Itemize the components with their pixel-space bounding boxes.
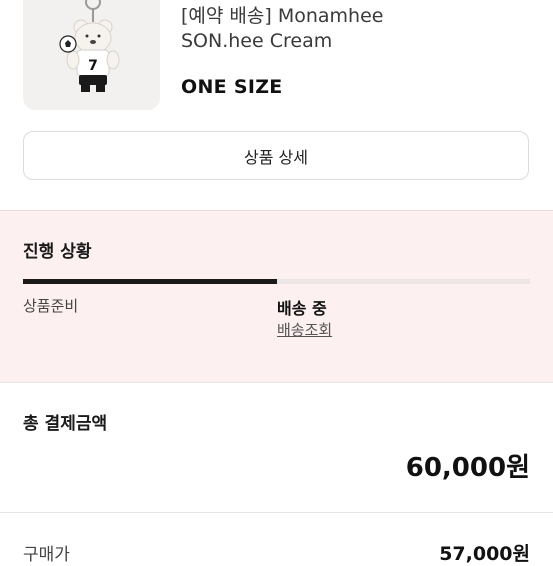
progress-step-shipping: 배송 중 — [277, 299, 327, 318]
payment-summary: 총 결제금액 60,000원 — [0, 382, 553, 513]
product-title-line-1: [예약 배송] Monamhee — [181, 5, 384, 27]
progress-track — [23, 279, 530, 284]
tracking-link[interactable]: 배송조회 — [277, 319, 332, 340]
product-thumbnail[interactable]: 7 — [23, 0, 160, 110]
progress-title: 진행 상황 — [23, 242, 92, 262]
progress-section: 진행 상황 상품준비 배송 중 배송조회 — [0, 210, 553, 383]
order-product-summary: 7 [예약 배송] Monamhee SON.hee Cream ONE SIZ… — [0, 0, 553, 130]
progress-step-preparing: 상품준비 — [23, 297, 79, 315]
bear-keyring-image: 7 — [59, 0, 120, 92]
product-option: ONE SIZE — [181, 76, 283, 98]
total-payment-amount: 60,000원 — [405, 453, 530, 483]
product-detail-button[interactable]: 상품 상세 — [23, 131, 529, 180]
product-title: [예약 배송] Monamhee SON.hee Cream — [181, 4, 531, 54]
total-payment-label: 총 결제금액 — [23, 414, 108, 434]
svg-text:7: 7 — [88, 58, 98, 74]
purchase-price-row: 구매가 57,000원 — [0, 513, 553, 565]
progress-fill — [23, 279, 277, 284]
product-title-line-2: SON.hee Cream — [181, 30, 333, 52]
